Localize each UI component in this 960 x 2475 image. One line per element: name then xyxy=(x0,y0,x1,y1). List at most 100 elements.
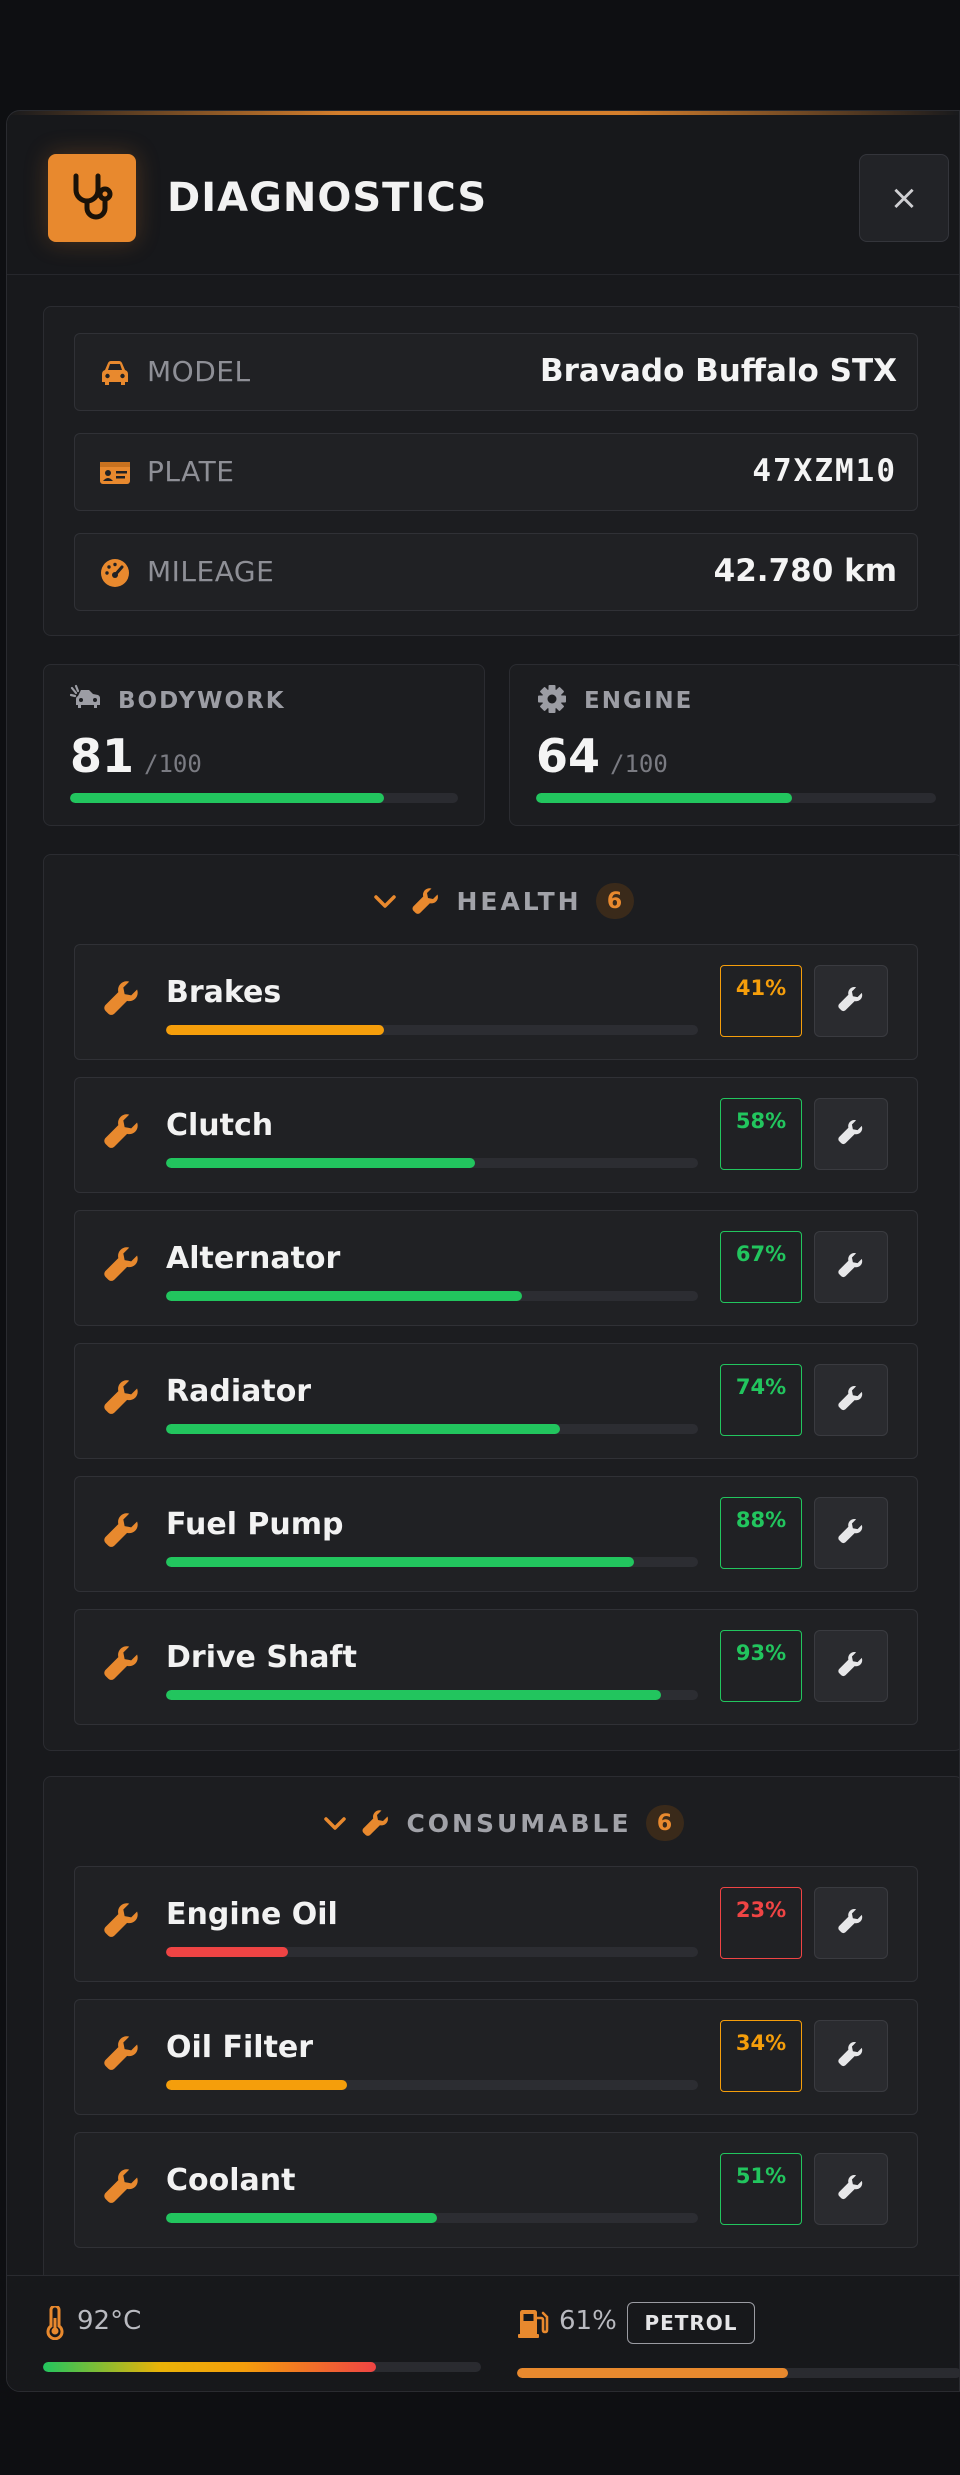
fuel-level-label: 61% xyxy=(559,2306,617,2336)
part-name: Drive Shaft xyxy=(166,1640,357,1675)
part-name: Brakes xyxy=(166,975,282,1010)
mileage-row: MILEAGE 42.780 km xyxy=(74,533,918,611)
part-name: Coolant xyxy=(166,2163,296,2198)
close-button[interactable]: × xyxy=(859,154,949,242)
stethoscope-icon xyxy=(48,154,136,242)
health-title: HEALTH xyxy=(456,886,582,916)
part-percent-badge: 74% xyxy=(720,1364,802,1436)
wrench-icon xyxy=(836,1516,866,1550)
repair-button[interactable] xyxy=(814,1497,888,1569)
wrench-icon xyxy=(101,2032,143,2074)
plate-row: PLATE 47XZM10 xyxy=(74,433,918,511)
part-percent-badge: 93% xyxy=(720,1630,802,1702)
fuel-bar xyxy=(517,2368,959,2378)
part-percent-badge: 23% xyxy=(720,1887,802,1959)
bodywork-max: /100 xyxy=(144,750,202,778)
speedometer-icon xyxy=(101,559,129,587)
bodywork-bar-fill xyxy=(70,793,385,803)
repair-button[interactable] xyxy=(814,1887,888,1959)
id-card-icon xyxy=(100,462,130,484)
thermometer-icon xyxy=(46,2306,64,2340)
part-health-bar-fill xyxy=(166,1424,560,1434)
part-health-bar-fill xyxy=(166,1025,385,1035)
part-health-bar xyxy=(166,2213,698,2223)
part-percent-badge: 41% xyxy=(720,965,802,1037)
repair-button[interactable] xyxy=(814,2153,888,2225)
part-row: Coolant 51% xyxy=(74,2132,918,2248)
part-name: Alternator xyxy=(166,1241,341,1276)
part-health-bar-fill xyxy=(166,2213,438,2223)
part-health-bar-fill xyxy=(166,1690,661,1700)
part-health-bar xyxy=(166,1424,698,1434)
car-crash-icon xyxy=(70,684,100,708)
wrench-icon xyxy=(836,2172,866,2206)
part-health-bar xyxy=(166,1690,698,1700)
part-health-bar xyxy=(166,1291,698,1301)
engine-max: /100 xyxy=(610,750,668,778)
temperature-bar xyxy=(43,2362,481,2372)
wrench-icon xyxy=(836,1383,866,1417)
fuel-pump-icon xyxy=(518,2310,549,2338)
part-health-bar xyxy=(166,2080,698,2090)
fuel-bar-fill xyxy=(517,2368,788,2378)
fuel-type-badge: PETROL xyxy=(627,2302,755,2344)
health-section-toggle[interactable]: HEALTH 6 xyxy=(44,879,959,923)
model-value: Bravado Buffalo STX xyxy=(539,353,897,389)
bodywork-card: BODYWORK 81/100 xyxy=(43,664,485,826)
bodywork-number: 81 xyxy=(70,729,135,783)
wrench-icon xyxy=(101,1376,143,1418)
diagnostics-panel: DIAGNOSTICS × MODEL Bravado Buffalo STX … xyxy=(6,110,960,2392)
wrench-icon xyxy=(836,2039,866,2073)
chevron-down-icon xyxy=(324,1817,347,1830)
status-footer: 92°C 61% PETROL xyxy=(7,2275,959,2391)
wrench-icon xyxy=(101,1110,143,1152)
engine-bar-fill xyxy=(536,793,792,803)
part-health-bar-fill xyxy=(166,2080,347,2090)
wrench-icon xyxy=(836,1649,866,1683)
wrench-icon xyxy=(101,1899,143,1941)
repair-button[interactable] xyxy=(814,1364,888,1436)
wrench-icon xyxy=(101,977,143,1019)
model-row: MODEL Bravado Buffalo STX xyxy=(74,333,918,411)
wrench-icon xyxy=(362,1810,389,1836)
chevron-down-icon xyxy=(374,895,397,908)
part-name: Oil Filter xyxy=(166,2030,314,2065)
mileage-value: 42.780 km xyxy=(713,553,897,589)
vehicle-info-card: MODEL Bravado Buffalo STX PLATE 47XZM10 … xyxy=(43,306,959,636)
part-row: Drive Shaft 93% xyxy=(74,1609,918,1725)
part-percent-badge: 34% xyxy=(720,2020,802,2092)
repair-button[interactable] xyxy=(814,1630,888,1702)
part-percent-badge: 51% xyxy=(720,2153,802,2225)
part-row: Brakes 41% xyxy=(74,944,918,1060)
part-name: Clutch xyxy=(166,1108,274,1143)
part-health-bar-fill xyxy=(166,1158,475,1168)
part-row: Clutch 58% xyxy=(74,1077,918,1193)
part-health-bar xyxy=(166,1947,698,1957)
wrench-icon xyxy=(836,984,866,1018)
repair-button[interactable] xyxy=(814,965,888,1037)
wrench-icon xyxy=(101,1509,143,1551)
part-row: Radiator 74% xyxy=(74,1343,918,1459)
wrench-icon xyxy=(101,1243,143,1285)
part-health-bar-fill xyxy=(166,1947,289,1957)
part-health-bar xyxy=(166,1557,698,1567)
repair-button[interactable] xyxy=(814,2020,888,2092)
plate-label: PLATE xyxy=(147,455,235,488)
health-count-badge: 6 xyxy=(595,883,634,919)
wrench-icon xyxy=(836,1250,866,1284)
repair-button[interactable] xyxy=(814,1098,888,1170)
repair-button[interactable] xyxy=(814,1231,888,1303)
close-icon: × xyxy=(889,178,919,218)
engine-value: 64/100 xyxy=(536,729,668,783)
part-health-bar-fill xyxy=(166,1291,523,1301)
wrench-icon xyxy=(836,1906,866,1940)
consumable-section-toggle[interactable]: CONSUMABLE 6 xyxy=(44,1801,959,1845)
car-icon xyxy=(102,361,128,385)
wrench-icon xyxy=(101,1642,143,1684)
bodywork-bar xyxy=(70,793,458,803)
temperature-bar-fill xyxy=(43,2362,376,2372)
bodywork-label: BODYWORK xyxy=(118,688,286,714)
part-percent-badge: 58% xyxy=(720,1098,802,1170)
part-health-bar-fill xyxy=(166,1557,635,1567)
engine-label: ENGINE xyxy=(584,688,694,714)
